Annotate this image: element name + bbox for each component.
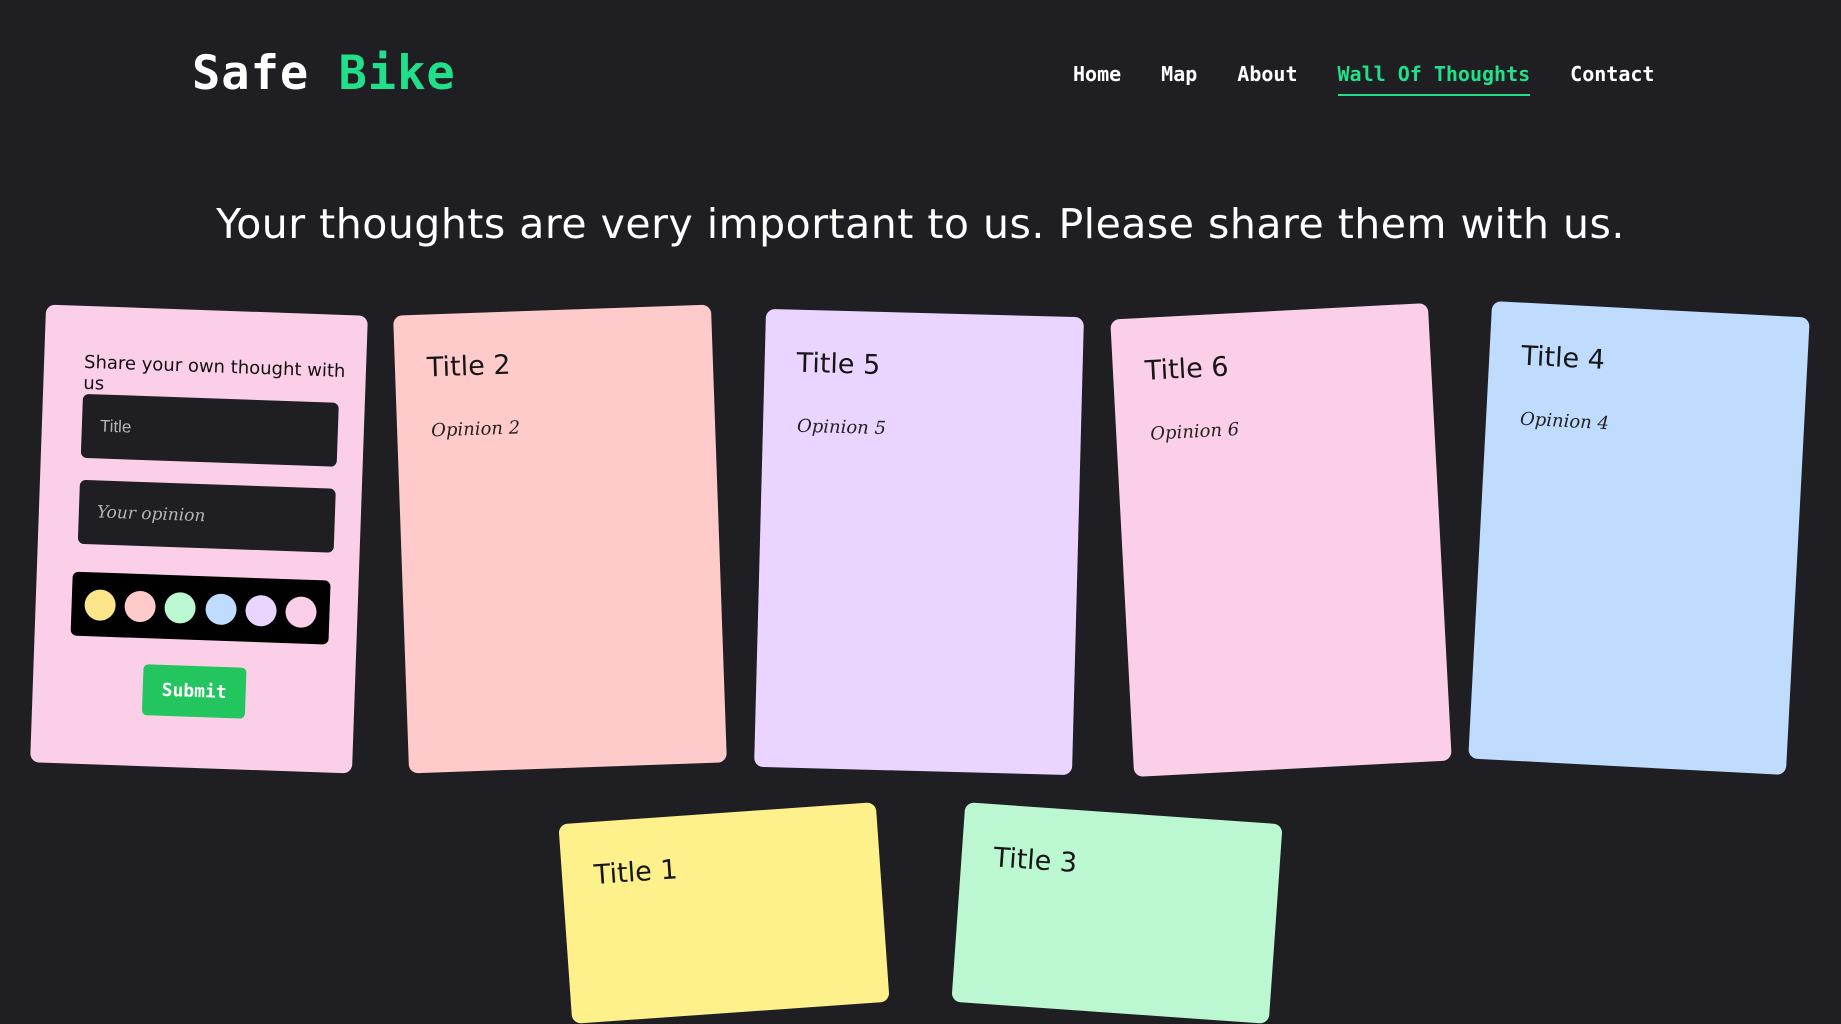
thought-card[interactable]: Title 4 Opinion 4: [1468, 300, 1810, 776]
color-swatch-pink[interactable]: [285, 595, 318, 628]
page-headline: Your thoughts are very important to us. …: [216, 200, 1625, 248]
thought-title: Title 1: [592, 854, 679, 891]
nav-about[interactable]: About: [1237, 62, 1297, 96]
nav-contact[interactable]: Contact: [1570, 62, 1654, 96]
color-swatch-green[interactable]: [164, 591, 197, 624]
submit-button[interactable]: Submit: [141, 664, 247, 719]
share-thought-form: Share your own thought with us Submit: [30, 304, 368, 774]
logo-part-bike: Bike: [338, 46, 456, 101]
opinion-input[interactable]: [77, 479, 336, 553]
nav-map[interactable]: Map: [1161, 62, 1197, 96]
thought-title: Title 4: [1520, 340, 1606, 376]
thought-opinion: Opinion 4: [1519, 408, 1610, 435]
thought-card[interactable]: Title 5 Opinion 5: [754, 308, 1084, 776]
thought-opinion: Opinion 5: [796, 415, 887, 440]
thought-title: Title 5: [796, 347, 881, 381]
thought-title: Title 6: [1144, 351, 1230, 387]
color-swatch-blue[interactable]: [204, 592, 237, 625]
thought-card[interactable]: Title 6 Opinion 6: [1110, 302, 1452, 778]
title-input[interactable]: [80, 393, 339, 467]
nav-wall-of-thoughts[interactable]: Wall Of Thoughts: [1337, 62, 1531, 96]
nav-home[interactable]: Home: [1073, 62, 1121, 96]
thought-opinion: Opinion 6: [1149, 419, 1240, 445]
site-logo[interactable]: Safe Bike: [192, 46, 456, 101]
thought-title: Title 2: [426, 349, 512, 384]
color-swatch-red[interactable]: [124, 589, 157, 623]
thought-card[interactable]: Title 1: [558, 802, 890, 1024]
color-swatch-yellow[interactable]: [83, 588, 116, 621]
main-nav: Home Map About Wall Of Thoughts Contact: [1073, 62, 1654, 96]
thought-card[interactable]: Title 3: [951, 802, 1283, 1024]
color-swatch-purple[interactable]: [244, 594, 278, 627]
logo-part-safe: Safe: [192, 46, 310, 101]
color-palette: [70, 571, 331, 645]
thought-opinion: Opinion 2: [430, 417, 521, 442]
thought-title: Title 3: [992, 842, 1079, 880]
thought-card[interactable]: Title 2 Opinion 2: [393, 304, 727, 774]
